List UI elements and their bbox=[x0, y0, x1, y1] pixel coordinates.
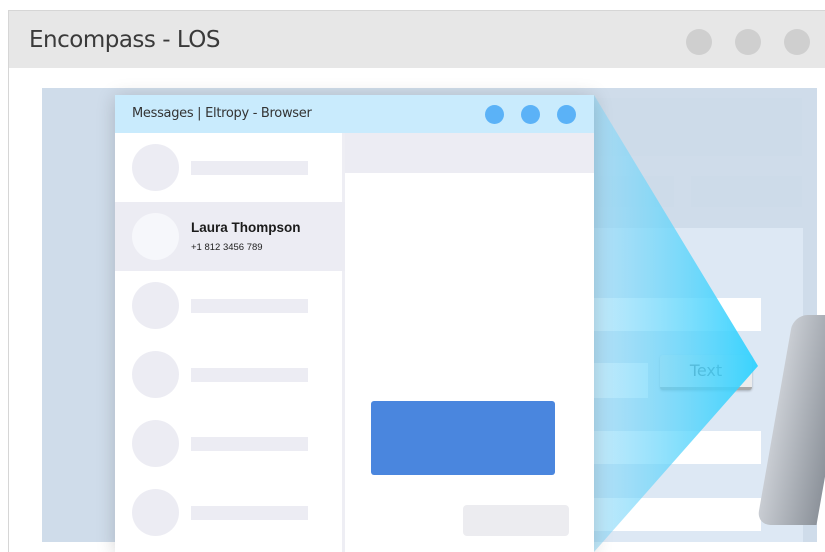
chat-area bbox=[345, 173, 594, 552]
contact-name: Laura Thompson bbox=[191, 220, 301, 235]
contact-avatar bbox=[132, 282, 179, 329]
los-tab-block bbox=[691, 176, 802, 207]
contact-list-item[interactable] bbox=[115, 271, 345, 340]
los-window-title: Encompass - LOS bbox=[29, 27, 221, 53]
los-form-field[interactable] bbox=[594, 498, 761, 531]
name-placeholder bbox=[191, 161, 308, 175]
name-placeholder bbox=[191, 506, 308, 520]
contact-list-item[interactable] bbox=[115, 478, 345, 547]
contact-avatar bbox=[132, 489, 179, 536]
eltropy-window-title: Messages | Eltropy - Browser bbox=[132, 106, 312, 121]
name-placeholder bbox=[191, 437, 308, 451]
contact-list-item[interactable] bbox=[115, 409, 345, 478]
eltropy-window-control-dot[interactable] bbox=[557, 105, 576, 124]
eltropy-titlebar: Messages | Eltropy - Browser bbox=[115, 95, 594, 133]
eltropy-browser-window: Messages | Eltropy - Browser Laura Thomp… bbox=[115, 95, 594, 552]
incoming-message-bubble[interactable] bbox=[463, 505, 569, 536]
los-window-control-dot[interactable] bbox=[735, 29, 761, 55]
los-window-control-dot[interactable] bbox=[784, 29, 810, 55]
los-form-field[interactable] bbox=[594, 431, 761, 464]
los-form-field[interactable] bbox=[594, 363, 648, 398]
contact-list-item[interactable] bbox=[115, 133, 345, 202]
outgoing-message-bubble[interactable] bbox=[371, 401, 555, 475]
chat-header bbox=[345, 133, 594, 173]
contact-avatar bbox=[132, 213, 179, 260]
los-window-control-dot[interactable] bbox=[686, 29, 712, 55]
eltropy-window-control-dot[interactable] bbox=[521, 105, 540, 124]
contact-list-item-selected[interactable]: Laura Thompson +1 812 3456 789 bbox=[115, 202, 345, 271]
contact-list: Laura Thompson +1 812 3456 789 bbox=[115, 133, 345, 552]
los-form-field[interactable] bbox=[594, 298, 761, 331]
los-titlebar: Encompass - LOS bbox=[9, 11, 825, 68]
contact-avatar bbox=[132, 144, 179, 191]
text-button[interactable]: Text bbox=[660, 355, 752, 390]
name-placeholder bbox=[191, 299, 308, 313]
los-header-block bbox=[594, 98, 802, 156]
contact-phone: +1 812 3456 789 bbox=[191, 242, 263, 253]
contact-avatar bbox=[132, 351, 179, 398]
name-placeholder bbox=[191, 368, 308, 382]
los-tab-block bbox=[594, 176, 674, 207]
eltropy-window-control-dot[interactable] bbox=[485, 105, 504, 124]
contact-list-item[interactable] bbox=[115, 340, 345, 409]
contact-avatar bbox=[132, 420, 179, 467]
